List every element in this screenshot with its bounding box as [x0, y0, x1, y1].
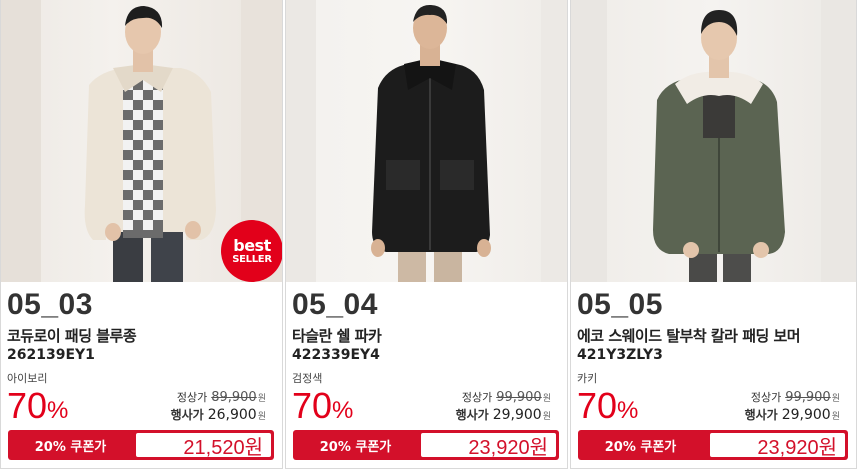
won-unit: 원 — [831, 412, 840, 422]
product-name[interactable]: 에코 스웨이드 탈부착 칼라 패딩 보머 — [577, 325, 801, 346]
product-color: 검정색 — [292, 372, 323, 385]
discount-rate: 70% — [577, 388, 638, 424]
sale-price-row: 행사가 29,900원 — [745, 406, 840, 423]
product-code: 05_03 — [7, 288, 93, 321]
discount-rate: 70% — [7, 388, 68, 424]
product-code: 05_05 — [577, 288, 663, 321]
product-sku: 422339EY4 — [292, 347, 380, 363]
discount-number: 70 — [7, 385, 48, 426]
product-sku: 262139EY1 — [7, 347, 95, 363]
product-image[interactable] — [571, 0, 856, 282]
product-card-05-05[interactable]: 05_05 에코 스웨이드 탈부착 칼라 패딩 보머 421Y3ZLY3 카키 … — [570, 0, 857, 469]
regular-price: 89,900 — [211, 390, 257, 405]
won-unit: 원 — [831, 394, 840, 404]
won-unit: 원 — [257, 412, 266, 422]
sale-price-label: 행사가 — [170, 408, 204, 422]
discount-number: 70 — [577, 385, 618, 426]
sale-price: 29,900 — [781, 407, 831, 423]
product-color: 카키 — [577, 372, 598, 385]
won-unit: 원 — [542, 412, 551, 422]
product-sku: 421Y3ZLY3 — [577, 347, 663, 363]
product-name[interactable]: 코듀로이 패딩 블루종 — [7, 325, 137, 346]
regular-price-label: 정상가 — [461, 391, 493, 404]
product-card-05-03[interactable]: best SELLER 05_03 코듀로이 패딩 블루종 262139EY1 … — [0, 0, 283, 469]
coupon-label: 20% 쿠폰가 — [319, 439, 392, 455]
discount-rate: 70% — [292, 388, 353, 424]
coupon-price: 23,920원 — [710, 433, 845, 459]
product-color: 아이보리 — [7, 372, 48, 385]
coupon-price: 23,920원 — [421, 433, 556, 459]
discount-unit: % — [617, 397, 639, 424]
regular-price-row: 정상가 99,900원 — [751, 389, 840, 405]
sale-price-row: 행사가 26,900원 — [171, 406, 266, 423]
sale-price-label: 행사가 — [744, 408, 778, 422]
won-unit: 원 — [542, 394, 551, 404]
regular-price-row: 정상가 89,900원 — [177, 389, 266, 405]
product-name[interactable]: 타슬란 쉘 파카 — [292, 325, 382, 346]
coupon-price: 21,520원 — [136, 433, 271, 459]
regular-price: 99,900 — [785, 390, 831, 405]
coupon-price-bar[interactable]: 20% 쿠폰가 23,920원 — [578, 430, 848, 460]
coupon-label: 20% 쿠폰가 — [604, 439, 677, 455]
sale-price: 26,900 — [207, 407, 257, 423]
regular-price-row: 정상가 99,900원 — [462, 389, 551, 405]
regular-price-label: 정상가 — [176, 391, 208, 404]
sale-price-row: 행사가 29,900원 — [456, 406, 551, 423]
product-image[interactable] — [286, 0, 567, 282]
best-seller-badge: best SELLER — [221, 220, 282, 282]
coupon-price-bar[interactable]: 20% 쿠폰가 23,920원 — [293, 430, 559, 460]
badge-line1: best — [233, 235, 271, 255]
sale-price-label: 행사가 — [455, 408, 489, 422]
product-image[interactable]: best SELLER — [1, 0, 282, 282]
regular-price-label: 정상가 — [750, 391, 782, 404]
won-unit: 원 — [257, 394, 266, 404]
discount-unit: % — [47, 397, 69, 424]
sale-price: 29,900 — [492, 407, 542, 423]
coupon-label: 20% 쿠폰가 — [34, 439, 107, 455]
product-card-05-04[interactable]: 05_04 타슬란 쉘 파카 422339EY4 검정색 70% 정상가 99,9… — [285, 0, 568, 469]
discount-unit: % — [332, 397, 354, 424]
discount-number: 70 — [292, 385, 333, 426]
coupon-price-bar[interactable]: 20% 쿠폰가 21,520원 — [8, 430, 274, 460]
product-code: 05_04 — [292, 288, 378, 321]
regular-price: 99,900 — [496, 390, 542, 405]
badge-line2: SELLER — [232, 253, 272, 265]
